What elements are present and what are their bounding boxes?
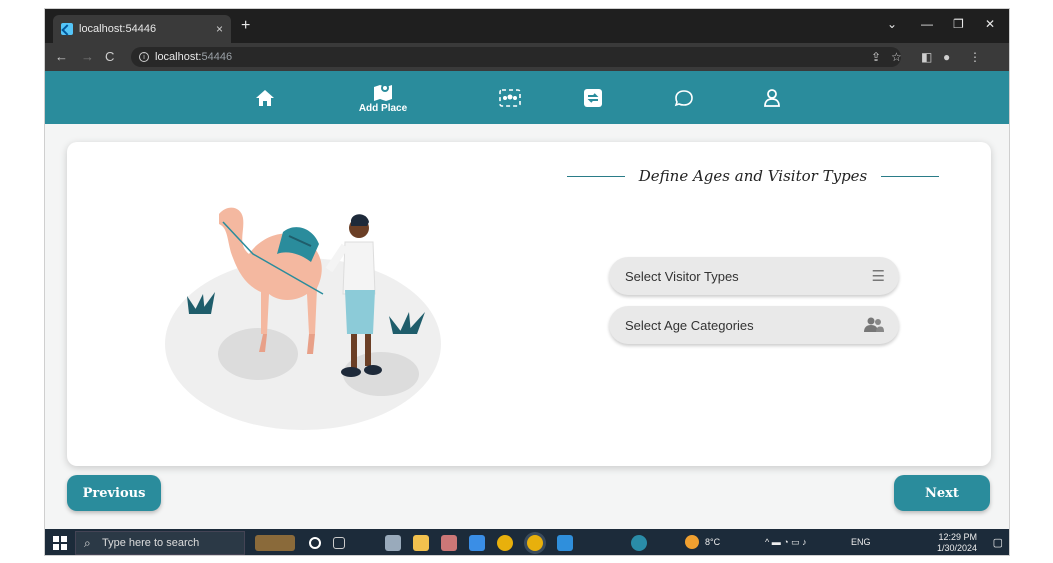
- nav-swap[interactable]: [558, 71, 628, 124]
- help-icon[interactable]: [631, 535, 647, 551]
- chat-icon: [674, 89, 693, 106]
- section-heading: Define Ages and Visitor Types: [567, 164, 940, 188]
- search-placeholder: Type here to search: [102, 537, 200, 549]
- camel-illustration: [165, 207, 441, 430]
- tab-title: localhost:54446: [79, 23, 157, 35]
- share-icon[interactable]: ⇪: [871, 50, 881, 64]
- restore-icon[interactable]: ❐: [953, 17, 964, 31]
- clock-date: 1/30/2024: [936, 543, 977, 553]
- previous-button[interactable]: Previous: [67, 475, 161, 511]
- search-icon: ⌕: [84, 536, 91, 550]
- url-host: localhost:: [155, 51, 202, 63]
- windows-start-icon[interactable]: [53, 536, 67, 550]
- reload-icon[interactable]: C: [105, 49, 114, 64]
- home-icon: [256, 89, 274, 106]
- taskbar-search[interactable]: ⌕ Type here to search: [75, 531, 245, 555]
- nav-chat[interactable]: [649, 71, 719, 124]
- system-tray-icons[interactable]: ^ ▬ ◔ ▭ ♪: [765, 537, 807, 548]
- mail-app-icon[interactable]: [469, 535, 485, 551]
- visitor-types-label: Select Visitor Types: [625, 268, 739, 284]
- visitor-types-select[interactable]: Select Visitor Types ☰: [609, 257, 899, 295]
- nav-profile[interactable]: [737, 71, 807, 124]
- heading-divider-left: [567, 175, 625, 177]
- vscode-icon[interactable]: [557, 535, 573, 551]
- browser-toolbar: ← → C i localhost: 54446 ⇪ ☆ ◧ ● ⋮: [45, 43, 1009, 71]
- side-panel-icon[interactable]: ◧: [921, 50, 932, 64]
- app-nav-bar: Add Place: [45, 71, 1009, 124]
- close-window-icon[interactable]: ✕: [985, 17, 995, 31]
- minimize-icon[interactable]: —: [921, 17, 933, 31]
- flutter-icon: [61, 23, 73, 35]
- news-widget-icon[interactable]: [255, 535, 295, 551]
- tab-strip: localhost:54446 × + ⌄ — ❐ ✕: [45, 9, 1009, 43]
- clock-time: 12:29 PM: [938, 532, 977, 542]
- back-icon[interactable]: ←: [55, 49, 68, 64]
- chrome-icon[interactable]: [497, 535, 513, 551]
- content-card: Define Ages and Visitor Types Select Vis…: [67, 142, 991, 466]
- file-explorer-icon[interactable]: [413, 535, 429, 551]
- bookmark-star-icon[interactable]: ☆: [891, 50, 902, 64]
- url-port: 54446: [201, 51, 233, 63]
- swap-icon: [584, 88, 602, 107]
- browser-tab[interactable]: localhost:54446 ×: [53, 15, 231, 43]
- age-categories-label: Select Age Categories: [625, 317, 754, 333]
- next-button[interactable]: Next: [894, 475, 990, 511]
- language-indicator[interactable]: ENG: [851, 537, 871, 547]
- cortana-icon[interactable]: [309, 537, 321, 549]
- heading-divider-right: [881, 175, 940, 177]
- menu-icon[interactable]: ⋮: [969, 50, 981, 64]
- nav-add-place-label: Add Place: [358, 103, 408, 114]
- chrome-active-icon[interactable]: [527, 535, 543, 551]
- tab-search-icon[interactable]: ⌄: [887, 17, 897, 31]
- notes-app-icon[interactable]: [385, 535, 401, 551]
- weather-icon[interactable]: [685, 535, 699, 549]
- weather-temp: 8°C: [705, 537, 721, 547]
- people-icon: [864, 317, 884, 332]
- clock[interactable]: 12:29 PM 1/30/2024: [937, 532, 977, 554]
- task-view-icon[interactable]: [333, 537, 345, 549]
- close-tab-icon[interactable]: ×: [216, 22, 223, 36]
- nav-add-place[interactable]: Add Place: [348, 71, 418, 124]
- browser-window: localhost:54446 × + ⌄ — ❐ ✕ ← → C i loca…: [44, 8, 1010, 556]
- nav-home[interactable]: [230, 71, 300, 124]
- checklist-icon: ☰: [871, 268, 885, 285]
- new-tab-button[interactable]: +: [241, 17, 250, 35]
- age-categories-select[interactable]: Select Age Categories: [609, 306, 899, 344]
- forward-icon[interactable]: →: [81, 49, 94, 64]
- page-title: Define Ages and Visitor Types: [638, 167, 868, 185]
- taskbar: ⌕ Type here to search 8°C ^ ▬ ◔ ▭ ♪ ENG …: [45, 529, 1009, 555]
- map-pin-icon: [374, 84, 392, 101]
- profile-icon[interactable]: ●: [943, 50, 950, 64]
- site-info-icon[interactable]: i: [139, 52, 149, 62]
- address-bar[interactable]: i localhost: 54446: [131, 47, 901, 67]
- nav-group[interactable]: [475, 71, 545, 124]
- notification-icon[interactable]: ▢: [993, 536, 1003, 549]
- user-icon: [764, 88, 780, 107]
- paint-app-icon[interactable]: [441, 535, 457, 551]
- group-icon: [499, 88, 521, 107]
